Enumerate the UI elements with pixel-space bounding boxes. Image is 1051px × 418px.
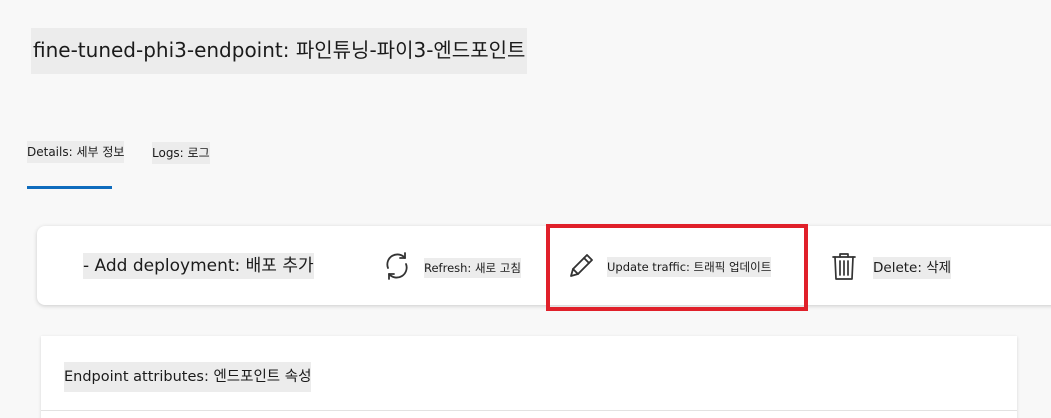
tab-logs-label: Logs: 로그 xyxy=(152,142,210,164)
add-deployment-label: - Add deployment: 배포 추가 xyxy=(83,253,314,279)
endpoint-attributes-title: Endpoint attributes: 엔드포인트 속성 xyxy=(64,362,312,392)
trash-icon xyxy=(829,249,859,287)
divider xyxy=(41,410,1017,411)
endpoint-page: fine-tuned-phi3-endpoint: 파인튜닝-파이3-엔드포인트… xyxy=(0,0,1051,418)
toolbar: - Add deployment: 배포 추가 Refresh: 새로 고침 U… xyxy=(37,226,1051,305)
delete-button[interactable]: Delete: 삭제 xyxy=(829,249,952,287)
active-tab-indicator xyxy=(27,186,112,189)
update-traffic-button[interactable]: Update traffic: 트래픽 업데이트 xyxy=(565,248,772,286)
tab-details[interactable]: Details: 세부 정보 xyxy=(27,141,125,163)
tab-details-label: Details: 세부 정보 xyxy=(27,141,125,163)
endpoint-attributes-card: Endpoint attributes: 엔드포인트 속성 xyxy=(41,336,1017,418)
update-traffic-label: Update traffic: 트래픽 업데이트 xyxy=(607,257,772,277)
refresh-label: Refresh: 새로 고침 xyxy=(424,258,521,278)
refresh-icon xyxy=(380,249,414,287)
delete-label: Delete: 삭제 xyxy=(873,257,952,279)
add-deployment-button[interactable]: - Add deployment: 배포 추가 xyxy=(83,253,314,279)
tab-logs[interactable]: Logs: 로그 xyxy=(152,142,210,164)
pencil-icon xyxy=(565,248,597,286)
refresh-button[interactable]: Refresh: 새로 고침 xyxy=(380,249,521,287)
page-title: fine-tuned-phi3-endpoint: 파인튜닝-파이3-엔드포인트 xyxy=(31,28,528,74)
